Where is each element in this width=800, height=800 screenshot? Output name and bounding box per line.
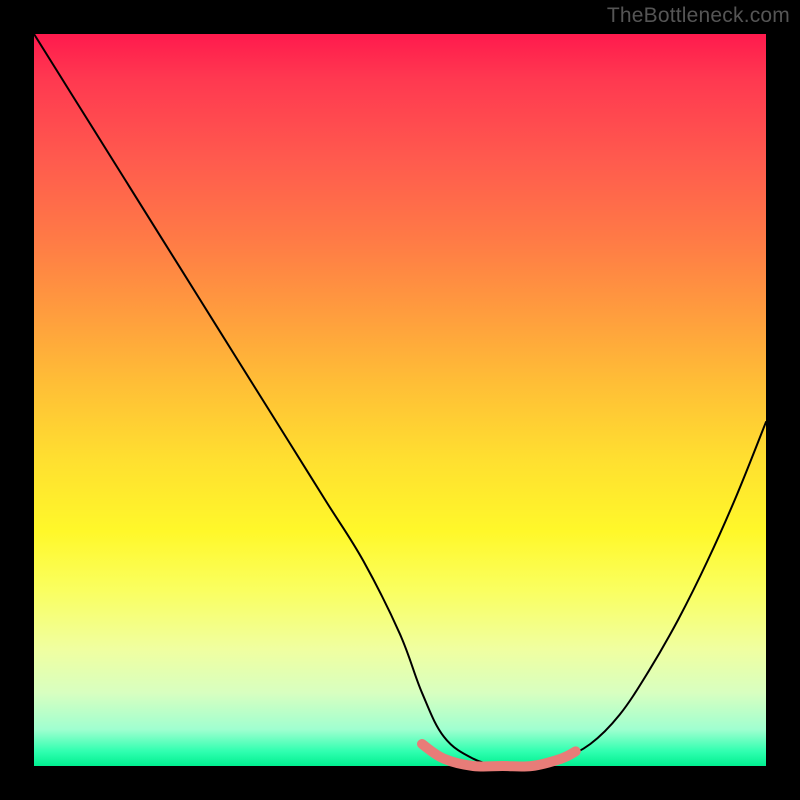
plot-area bbox=[34, 34, 766, 766]
curve-svg bbox=[34, 34, 766, 766]
highlight-band bbox=[422, 744, 576, 767]
watermark-text: TheBottleneck.com bbox=[607, 4, 790, 28]
bottleneck-curve bbox=[34, 34, 766, 767]
chart-container: TheBottleneck.com bbox=[0, 0, 800, 800]
